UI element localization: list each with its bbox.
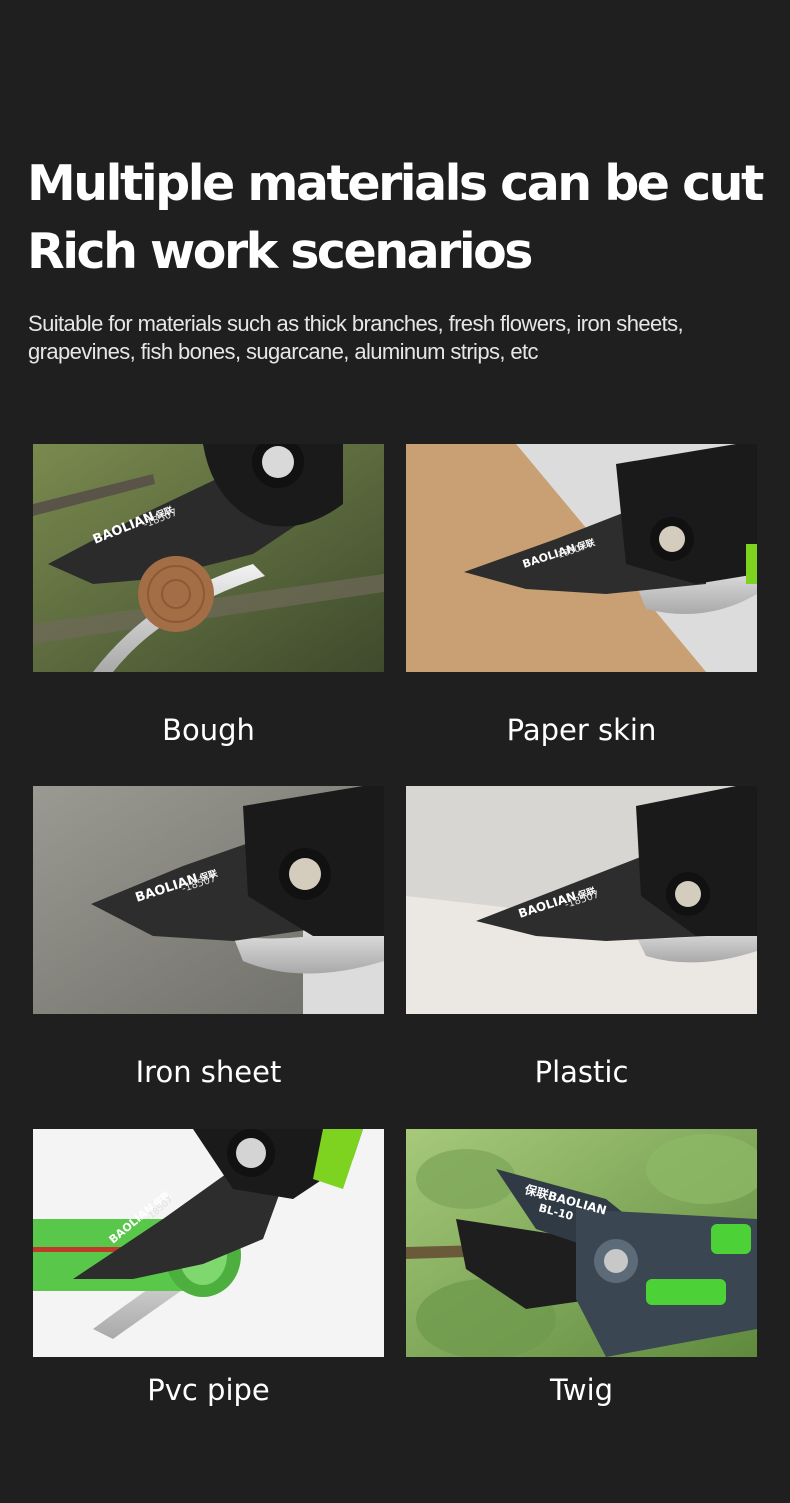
iron-sheet-photo: BAOLIAN保联 -18507 bbox=[33, 786, 384, 1014]
paper-skin-photo: BAOLIAN保联 -18507 bbox=[406, 444, 757, 672]
twig-photo: 保联BAOLIAN BL-10 bbox=[406, 1129, 757, 1357]
title-line-1: Multiple materials can be cut bbox=[27, 155, 764, 212]
pvc-pipe-photo: BAOLIAN保联 -18507 bbox=[33, 1129, 384, 1357]
bough-photo: BAOLIAN保联 -18507 bbox=[33, 444, 384, 672]
label-paper-skin: Paper skin bbox=[506, 713, 657, 747]
label-bough: Bough bbox=[162, 713, 255, 747]
label-twig: Twig bbox=[549, 1373, 614, 1407]
page-subtitle: Suitable for materials such as thick bra… bbox=[28, 311, 684, 364]
label-pvc-pipe: Pvc pipe bbox=[147, 1373, 270, 1407]
plastic-photo: BAOLIAN保联 -18507 bbox=[406, 786, 757, 1014]
title-line-2: Rich work scenarios bbox=[27, 223, 533, 280]
label-plastic: Plastic bbox=[534, 1055, 629, 1089]
page-title: Multiple materials can be cut Rich work … bbox=[27, 150, 764, 286]
label-iron-sheet: Iron sheet bbox=[135, 1055, 282, 1089]
